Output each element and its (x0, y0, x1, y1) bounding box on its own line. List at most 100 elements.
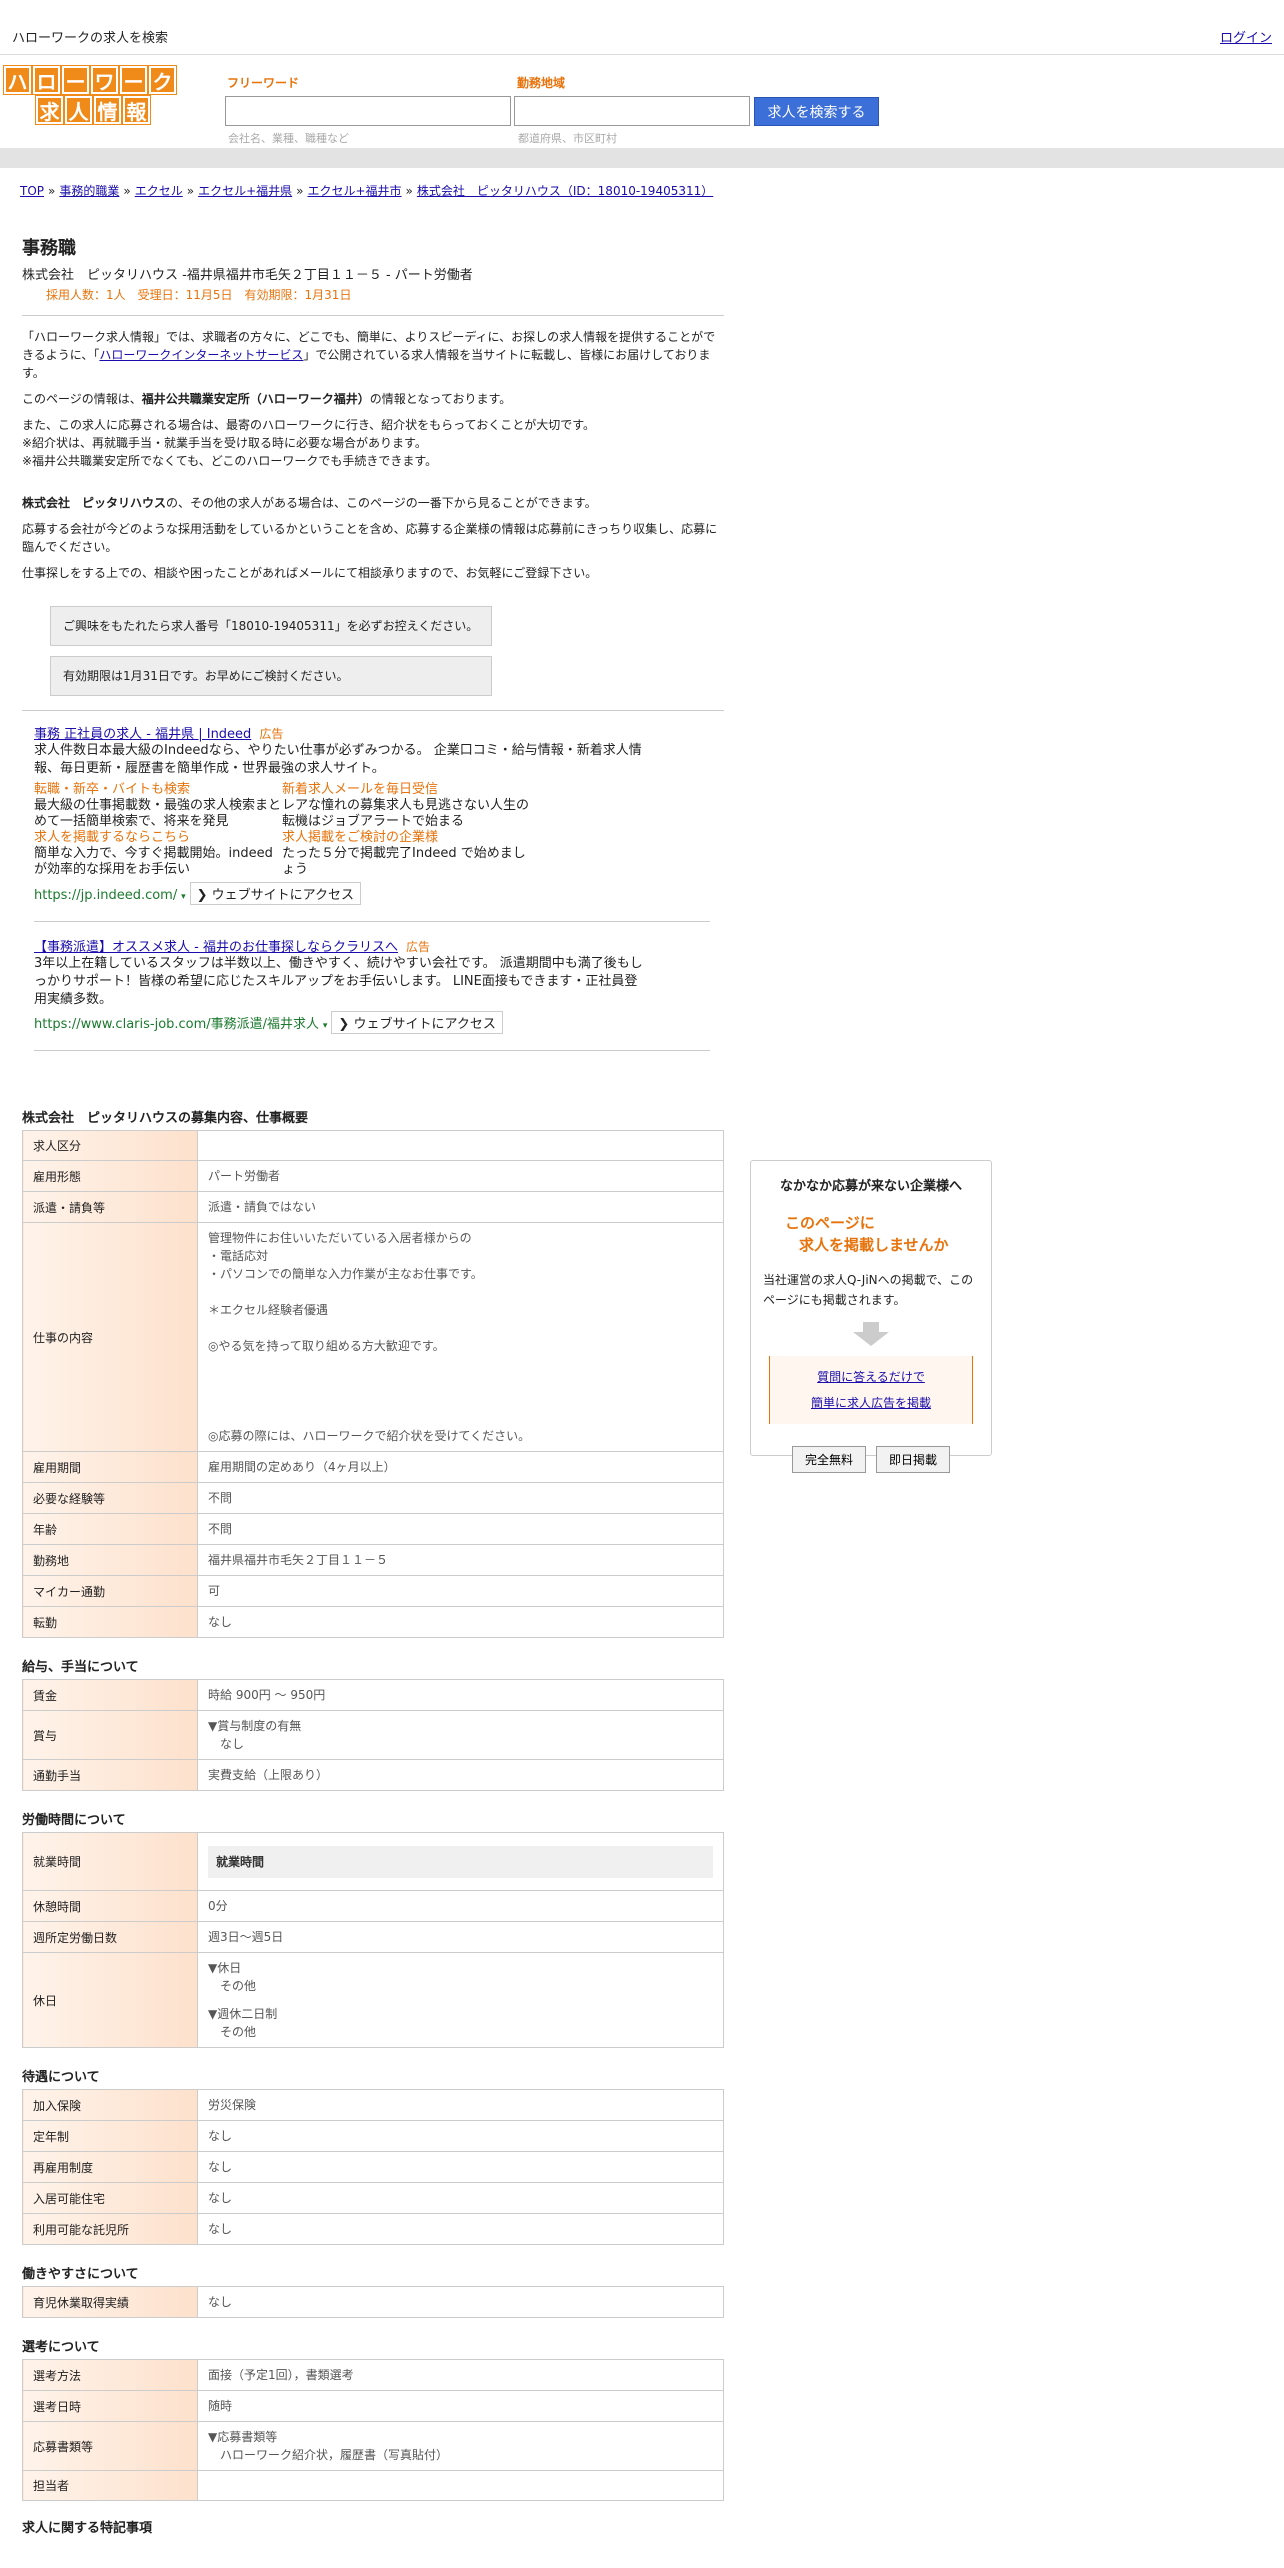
holiday-value: その他 (220, 2025, 257, 2039)
row-value: 派遣・請負ではない (197, 1191, 724, 1223)
visit-site-button[interactable]: ❯ ウェブサイトにアクセス (331, 1011, 503, 1034)
divider (34, 921, 710, 922)
divider (34, 1050, 710, 1051)
arrow-down-icon (863, 1322, 879, 1332)
header: ハ ロ ー ワ ー ク 求 人 情 報 フリーワード 会社名、業種、職種など 勤… (0, 56, 1284, 148)
company-line: 株式会社 ピッタリハウス -福井県福井市毛矢２丁目１１－５ - パート労働者 (22, 268, 473, 283)
hellowork-logo[interactable]: ハ ロ ー ワ ー ク 求 人 情 報 (4, 66, 182, 124)
section-title-benefits: 待遇について (22, 2070, 100, 2085)
sitelink[interactable]: 求人掲載をご検討の企業様 たった５分で掲載完了Indeed で始めましょう (282, 830, 532, 878)
breadcrumb-link[interactable]: エクセル+福井市 (307, 184, 401, 198)
row-label: 定年制 (22, 2120, 198, 2152)
visit-site-button[interactable]: ❯ ウェブサイトにアクセス (189, 882, 361, 905)
row-label: 求人区分 (22, 1130, 198, 1161)
row-value: ▼賞与制度の有無 なし (197, 1710, 724, 1760)
row-value: 福井県福井市毛矢２丁目１１－５ (197, 1544, 724, 1576)
search-button[interactable]: 求人を検索する (754, 97, 879, 126)
table-row: 通勤手当 実費支給（上限あり） (22, 1759, 724, 1791)
table-row: 休憩時間 0分 (22, 1890, 724, 1922)
table-row: 休日 ▼休日 その他 ▼週休二日制 その他 (22, 1952, 724, 2048)
intro-text: の、その他の求人がある場合は、このページの一番下から見ることができます。 (166, 496, 597, 510)
ad-badge: 広告 (259, 727, 284, 741)
work-ease-table: 育児休業取得実績 なし (22, 2286, 724, 2318)
job-content-line: ・電話応対 (208, 1249, 269, 1263)
table-row: 入居可能住宅 なし (22, 2182, 724, 2214)
row-label: 雇用形態 (22, 1160, 198, 1192)
job-content-line: ◎応募の際には、ハローワークで紹介状を受けてください。 (208, 1429, 531, 1443)
ad-text: 3年以上在籍しているスタッフは半数以上、働きやすく、続けやすい会社です。 派遣期… (34, 956, 643, 1007)
office-name: 福井公共職業安定所（ハローワーク福井） (141, 392, 370, 406)
site-title: ハローワークの求人を検索 (12, 31, 169, 46)
hellowork-internet-link[interactable]: ハローワークインターネットサービス (99, 348, 303, 362)
promo-link[interactable]: 質問に答えるだけで (817, 1370, 925, 1384)
area-input[interactable] (514, 96, 750, 126)
ad-url[interactable]: https://www.claris-job.com/事務派遣/福井求人 (34, 1017, 319, 1032)
intro-text: このページの情報は、 (22, 392, 142, 406)
table-row: 転勤 なし (22, 1606, 724, 1638)
promo-links: 質問に答えるだけで 簡単に求人広告を掲載 (769, 1356, 973, 1424)
row-value: なし (197, 2213, 724, 2245)
table-row: マイカー通勤可 (22, 1575, 724, 1607)
promo-link[interactable]: 簡単に求人広告を掲載 (811, 1396, 931, 1410)
promo-title: なかなか応募が来ない企業様へ (779, 1179, 962, 1194)
visit-site-label: ウェブサイトにアクセス (211, 888, 354, 903)
job-meta: 採用人数：1人 受理日：11月5日 有効期限：1月31日 (46, 288, 352, 302)
row-value: なし (197, 2182, 724, 2214)
row-label: 選考日時 (22, 2390, 198, 2422)
section-title-hours: 労働時間について (22, 1813, 126, 1828)
logo-char: ク (149, 66, 176, 94)
sitelink[interactable]: 求人を掲載するならこちら 簡単な入力で、今すぐ掲載開始。indeedが効率的な採用… (34, 830, 282, 878)
company-name: 株式会社 ピッタリハウス (22, 496, 167, 510)
ad-url[interactable]: https://jp.indeed.com/ (34, 888, 177, 903)
sitelink-title: 求人を掲載するならこちら (34, 830, 191, 845)
breadcrumb-link[interactable]: 株式会社 ピッタリハウス（ID：18010-19405311） (417, 184, 713, 198)
section-title-work-ease: 働きやすさについて (22, 2267, 139, 2282)
docs-heading: ▼応募書類等 (208, 2430, 278, 2444)
ad-title-link[interactable]: 【事務派遣】オススメ求人 - 福井のお仕事探しならクラリスへ (34, 940, 398, 955)
consult-note: 仕事探しをする上での、相談や困ったことがあればメールにて相談承りますので、お気軽… (22, 566, 598, 580)
sitelink[interactable]: 転職・新卒・バイトも検索 最大級の仕事掲載数・最強の求人検索まとめて一括簡単検索で… (34, 782, 282, 830)
area-hint: 都道府県、市区町村 (518, 132, 617, 145)
login-link[interactable]: ログイン (1220, 27, 1272, 46)
job-number-notice: ご興味をもたれたら求人番号「18010-19405311」を必ずお控えください。 (50, 606, 492, 646)
job-content-line: ＊エクセル経験者優遇 (208, 1303, 329, 1317)
hours-table: 就業時間 就業時間 休憩時間 0分 週所定労働日数 週3日〜週5日 休日 ▼休日 その… (22, 1832, 724, 2048)
section-title-selection: 選考について (22, 2340, 100, 2355)
row-value: 不問 (197, 1482, 724, 1514)
research-note: 応募する会社が今どのような採用活動をしているかということを含め、応募する企業様の… (22, 522, 718, 554)
ad-indeed: 事務 正社員の求人 - 福井県 | Indeed 広告 求人件数日本最大級のInd… (34, 723, 734, 905)
bonus-heading: ▼賞与制度の有無 (208, 1719, 302, 1733)
breadcrumb-link[interactable]: エクセル+福井県 (198, 184, 292, 198)
caret-down-icon: ▾ (322, 1021, 328, 1031)
overview-table: 求人区分 雇用形態 パート労働者 派遣・請負等 派遣・請負ではない 仕事の内容 管理… (22, 1130, 724, 1638)
holiday-heading: ▼週休二日制 (208, 2007, 278, 2021)
table-row: 就業時間 就業時間 (22, 1832, 724, 1891)
logo-char: ロ (33, 66, 60, 94)
row-value: 週3日〜週5日 (197, 1921, 724, 1953)
header-divider (0, 148, 1284, 168)
divider (22, 710, 724, 711)
row-label: 週所定労働日数 (22, 1921, 198, 1953)
breadcrumb-link[interactable]: エクセル (135, 184, 183, 198)
area-label: 勤務地域 (517, 76, 566, 90)
row-value: 時給 900円 ～ 950円 (197, 1679, 724, 1711)
job-content-line: ◎やる気を持って取り組める方大歓迎です。 (208, 1339, 445, 1353)
holiday-heading: ▼休日 (208, 1961, 242, 1975)
breadcrumb-link[interactable]: TOP (20, 184, 44, 198)
row-label: 担当者 (22, 2470, 198, 2501)
table-row: 雇用形態 パート労働者 (22, 1160, 724, 1192)
breadcrumb-link[interactable]: 事務的職業 (59, 184, 119, 198)
table-row: 応募書類等 ▼応募書類等 ハローワーク紹介状，履歴書（写真貼付） (22, 2421, 724, 2471)
job-content-line: 管理物件にお住いいただいている入居者様からの (208, 1231, 472, 1245)
freeword-input[interactable] (225, 96, 511, 126)
row-label: 仕事の内容 (22, 1222, 198, 1452)
sitelink[interactable]: 新着求人メールを毎日受信 レアな憧れの募集求人も見逃さない人生の転機はジョブアラー… (282, 782, 532, 830)
row-value: なし (197, 2286, 724, 2318)
row-label: 賃金 (22, 1679, 198, 1711)
same-day-button[interactable]: 即日掲載 (876, 1446, 951, 1473)
free-button[interactable]: 完全無料 (791, 1446, 866, 1473)
ad-title-link[interactable]: 事務 正社員の求人 - 福井県 | Indeed (34, 727, 251, 742)
apply-note: ※福井公共職業安定所でなくても、どこのハローワークでも手続きできます。 (22, 454, 438, 468)
row-label: 育児休業取得実績 (22, 2286, 198, 2318)
table-row: 仕事の内容 管理物件にお住いいただいている入居者様からの ・電話応対 ・パソコン… (22, 1222, 724, 1452)
